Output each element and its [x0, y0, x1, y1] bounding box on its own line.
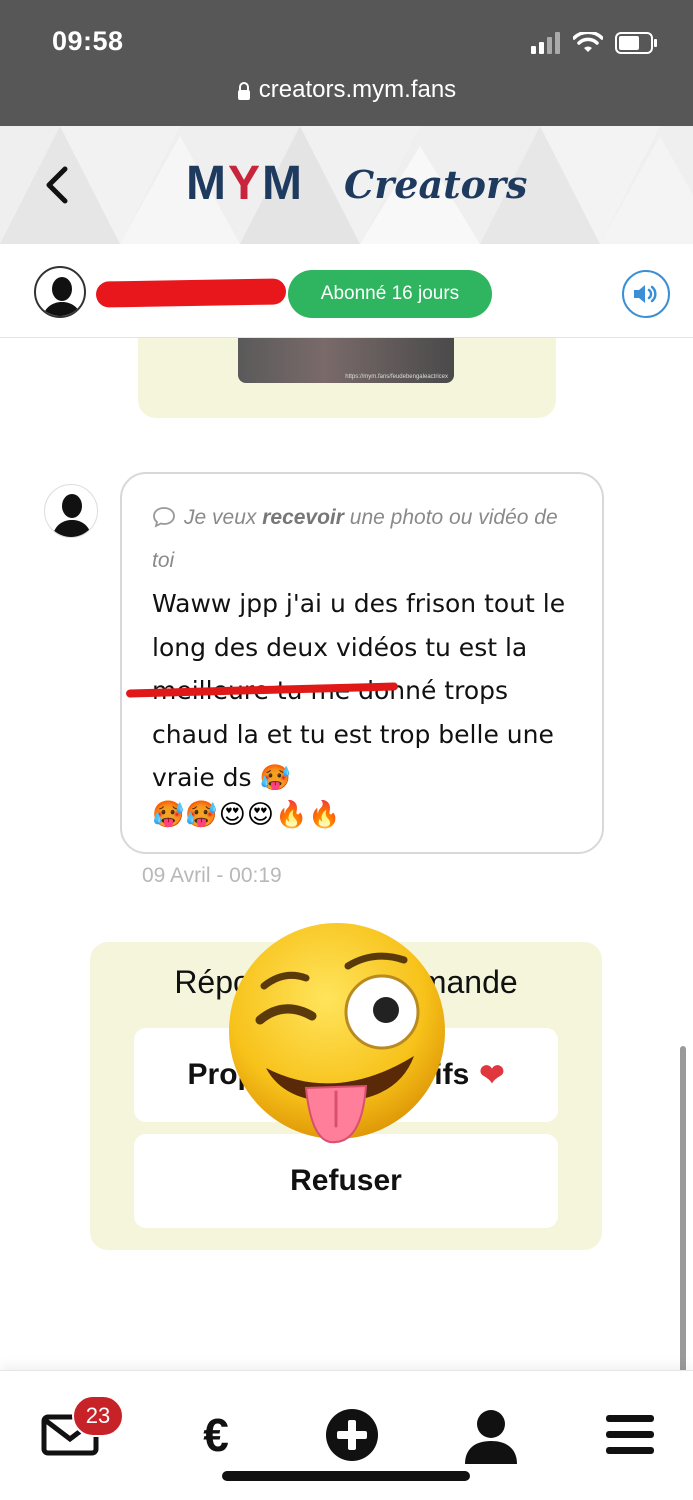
lock-icon — [237, 81, 250, 100]
refuse-label: Refuser — [290, 1164, 402, 1197]
url-bar[interactable]: creators.mym.fans — [0, 76, 693, 104]
media-thumbnail[interactable]: https://mym.fans/feudebengaleactricex — [238, 338, 454, 383]
plus-circle-icon — [326, 1409, 378, 1461]
speech-bubble-icon — [153, 507, 175, 528]
back-button[interactable] — [36, 162, 76, 208]
subscription-badge: Abonné 16 jours — [288, 270, 492, 318]
message-emojis: 🥵🥵😍😍🔥🔥 — [152, 800, 342, 830]
user-silhouette-icon — [42, 277, 82, 316]
status-bar: 09:58 creators.mym.fans — [0, 0, 693, 126]
message-bubble: Je veux recevoir une photo ou vidéo de t… — [120, 472, 604, 854]
home-indicator — [222, 1471, 470, 1481]
winking-face-emoji-sticker — [229, 923, 445, 1144]
request-type: Je veux recevoir une photo ou vidéo de t… — [152, 506, 558, 572]
user-icon — [465, 1410, 517, 1464]
hamburger-menu-icon — [606, 1415, 654, 1454]
signal-icon — [531, 32, 560, 54]
app-header: MYM Creators — [0, 126, 693, 244]
nav-menu[interactable] — [602, 1407, 658, 1463]
media-watermark: https://mym.fans/feudebengaleactricex — [345, 374, 448, 380]
speaker-icon — [634, 285, 657, 303]
nav-earnings[interactable]: € — [190, 1407, 242, 1463]
nav-create[interactable] — [324, 1407, 380, 1463]
chevron-left-icon — [46, 166, 68, 204]
logo-creators-text: Creators — [344, 162, 528, 207]
status-icons — [531, 32, 659, 54]
battery-icon — [615, 32, 657, 54]
url-text: creators.mym.fans — [258, 76, 457, 103]
euro-icon: € — [203, 1409, 229, 1461]
refuse-button[interactable]: Refuser — [134, 1134, 558, 1228]
previous-message-card: https://mym.fans/feudebengaleactricex — [138, 338, 556, 418]
mym-logo: MYM — [186, 157, 304, 210]
nav-profile[interactable] — [462, 1407, 520, 1467]
heart-icon: ❤ — [479, 1058, 505, 1092]
redacted-username — [95, 278, 287, 308]
user-avatar[interactable] — [34, 266, 86, 318]
conversation-user-bar: Abonné 16 jours — [0, 244, 693, 338]
user-silhouette-icon — [52, 494, 92, 537]
unread-badge: 23 — [72, 1395, 124, 1437]
sender-avatar — [44, 484, 98, 538]
sound-button[interactable] — [622, 270, 670, 318]
wifi-icon — [573, 32, 603, 52]
status-time: 09:58 — [52, 26, 124, 56]
message-timestamp: 09 Avril - 00:19 — [142, 864, 282, 887]
